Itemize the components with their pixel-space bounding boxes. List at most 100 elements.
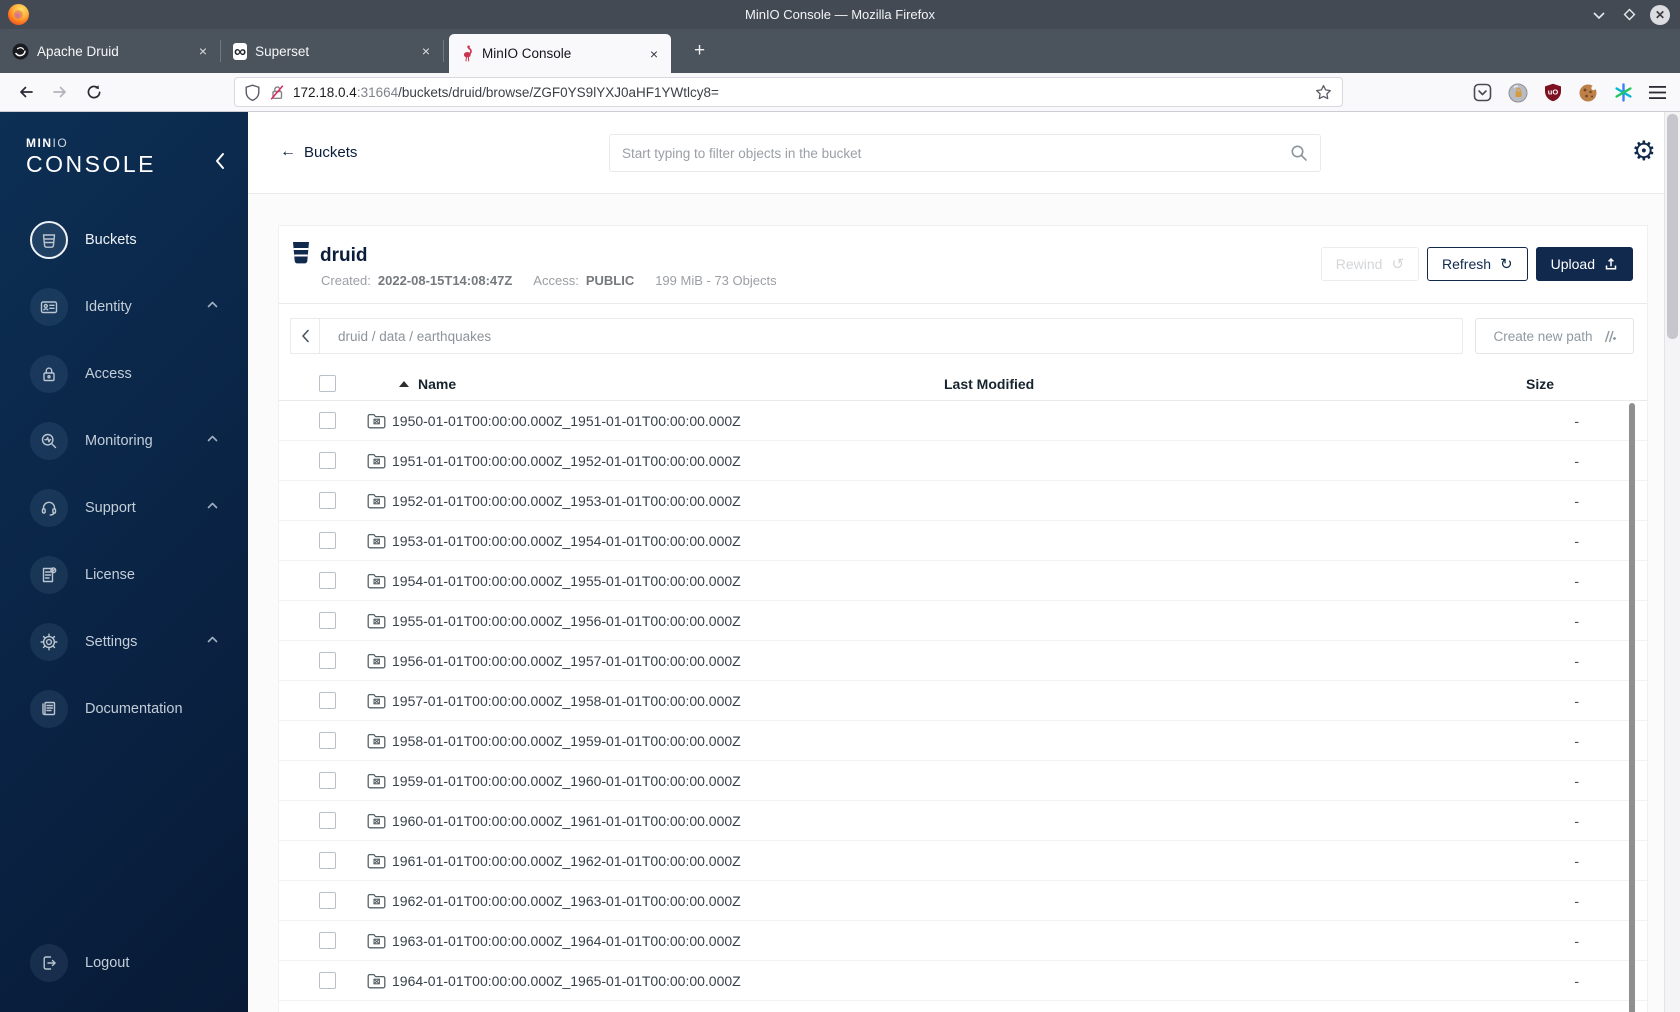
row-checkbox[interactable] <box>319 972 336 989</box>
upload-button[interactable]: Upload <box>1535 247 1633 281</box>
sidebar-item-documentation[interactable]: Documentation <box>30 690 248 728</box>
table-row[interactable]: 1954-01-01T00:00:00.000Z_1955-01-01T00:0… <box>279 561 1647 601</box>
table-row[interactable]: 1951-01-01T00:00:00.000Z_1952-01-01T00:0… <box>279 441 1647 481</box>
tab-close-icon[interactable]: × <box>196 43 210 59</box>
table-row[interactable]: 1964-01-01T00:00:00.000Z_1965-01-01T00:0… <box>279 961 1647 1001</box>
sort-ascending-icon <box>399 380 409 387</box>
row-checkbox[interactable] <box>319 692 336 709</box>
sidebar-item-logout[interactable]: Logout <box>30 944 129 982</box>
row-checkbox[interactable] <box>319 852 336 869</box>
back-button[interactable] <box>18 84 34 100</box>
create-new-path-button[interactable]: Create new path <box>1475 318 1634 354</box>
window-maximize-button[interactable] <box>1620 6 1638 24</box>
table-scrollbar-thumb[interactable] <box>1629 403 1635 1012</box>
row-checkbox[interactable] <box>319 812 336 829</box>
sidebar-item-identity[interactable]: Identity <box>30 288 248 326</box>
table-row[interactable]: 1962-01-01T00:00:00.000Z_1963-01-01T00:0… <box>279 881 1647 921</box>
new-tab-button[interactable]: + <box>688 40 711 62</box>
row-checkbox[interactable] <box>319 572 336 589</box>
identity-card-icon <box>40 301 58 314</box>
bookmark-star-icon[interactable] <box>1315 84 1332 101</box>
cookie-extension-icon[interactable] <box>1578 83 1598 103</box>
back-label: Buckets <box>304 143 358 161</box>
access-value: PUBLIC <box>585 273 635 288</box>
tab-close-icon[interactable]: × <box>647 46 661 62</box>
reload-button[interactable] <box>86 84 102 100</box>
object-filter-search[interactable] <box>609 134 1321 172</box>
row-checkbox[interactable] <box>319 652 336 669</box>
forward-button[interactable] <box>52 84 68 100</box>
sort-by-name[interactable]: Name <box>399 376 456 392</box>
settings-gear-icon[interactable]: ⚙ <box>1632 138 1656 165</box>
sidebar-item-access[interactable]: Access <box>30 355 248 393</box>
url-bar[interactable]: 172.18.0.4:31664/buckets/druid/browse/ZG… <box>234 77 1343 107</box>
table-row[interactable]: 1965-01-01T00:00:00.000Z_1966-01-01T00:0… <box>279 1001 1647 1012</box>
chevron-up-icon[interactable] <box>207 301 218 308</box>
shield-icon[interactable] <box>245 83 260 101</box>
refresh-button[interactable]: Refresh ↻ <box>1427 247 1528 281</box>
tab-superset[interactable]: ∞ Superset × <box>221 29 443 73</box>
ublock-extension-icon[interactable]: uO <box>1544 83 1562 102</box>
table-row[interactable]: 1956-01-01T00:00:00.000Z_1957-01-01T00:0… <box>279 641 1647 681</box>
pocket-extension-icon[interactable] <box>1473 83 1492 102</box>
sidebar-item-license[interactable]: License <box>30 556 248 594</box>
search-input[interactable] <box>622 145 1290 161</box>
screen: { "window": { "title": "MinIO Console — … <box>0 0 1680 1012</box>
rewind-button[interactable]: Rewind ↺ <box>1320 247 1420 281</box>
row-checkbox[interactable] <box>319 412 336 429</box>
sidebar-item-monitoring[interactable]: Monitoring <box>30 422 248 460</box>
select-all-checkbox[interactable] <box>319 375 336 392</box>
url-text[interactable]: 172.18.0.4:31664/buckets/druid/browse/ZG… <box>293 85 1315 100</box>
breadcrumb[interactable]: druid / data / earthquakes <box>338 329 491 344</box>
folder-icon <box>367 693 386 708</box>
sidebar-item-support[interactable]: Support <box>30 489 248 527</box>
row-checkbox[interactable] <box>319 492 336 509</box>
chevron-up-icon[interactable] <box>207 502 218 509</box>
sidebar-item-settings[interactable]: Settings <box>30 623 248 661</box>
back-to-buckets-link[interactable]: ← Buckets <box>280 143 357 161</box>
insecure-lock-icon[interactable] <box>269 84 285 101</box>
row-checkbox[interactable] <box>319 772 336 789</box>
table-row[interactable]: 1959-01-01T00:00:00.000Z_1960-01-01T00:0… <box>279 761 1647 801</box>
row-checkbox[interactable] <box>319 932 336 949</box>
table-row[interactable]: 1963-01-01T00:00:00.000Z_1964-01-01T00:0… <box>279 921 1647 961</box>
create-path-icon <box>1604 330 1616 342</box>
folder-icon <box>367 533 386 548</box>
tab-minio-console[interactable]: MinIO Console × <box>449 34 671 73</box>
row-checkbox[interactable] <box>319 892 336 909</box>
sidebar-item-label: Identity <box>85 299 132 315</box>
tab-title: Apache Druid <box>37 43 119 59</box>
privacy-extension-icon[interactable] <box>1508 83 1528 103</box>
sidebar-item-buckets[interactable]: Buckets <box>30 221 248 259</box>
object-name: 1962-01-01T00:00:00.000Z_1963-01-01T00:0… <box>392 892 741 909</box>
window-minimize-button[interactable] <box>1590 6 1608 24</box>
path-back-button[interactable] <box>291 319 320 353</box>
row-checkbox[interactable] <box>319 732 336 749</box>
table-row[interactable]: 1950-01-01T00:00:00.000Z_1951-01-01T00:0… <box>279 401 1647 441</box>
table-row[interactable]: 1952-01-01T00:00:00.000Z_1953-01-01T00:0… <box>279 481 1647 521</box>
folder-icon <box>367 613 386 628</box>
table-row[interactable]: 1960-01-01T00:00:00.000Z_1961-01-01T00:0… <box>279 801 1647 841</box>
table-row[interactable]: 1961-01-01T00:00:00.000Z_1962-01-01T00:0… <box>279 841 1647 881</box>
row-checkbox[interactable] <box>319 452 336 469</box>
table-row[interactable]: 1958-01-01T00:00:00.000Z_1959-01-01T00:0… <box>279 721 1647 761</box>
sidebar-item-label: Settings <box>85 634 138 650</box>
hamburger-menu-icon[interactable] <box>1649 85 1666 100</box>
object-name: 1955-01-01T00:00:00.000Z_1956-01-01T00:0… <box>392 612 741 629</box>
sidebar-collapse-icon[interactable] <box>214 152 226 170</box>
page-scrollbar[interactable] <box>1664 112 1680 1012</box>
chevron-up-icon[interactable] <box>207 435 218 442</box>
row-checkbox[interactable] <box>319 612 336 629</box>
table-row[interactable]: 1957-01-01T00:00:00.000Z_1958-01-01T00:0… <box>279 681 1647 721</box>
table-row[interactable]: 1955-01-01T00:00:00.000Z_1956-01-01T00:0… <box>279 601 1647 641</box>
window-close-button[interactable]: ✕ <box>1650 4 1670 25</box>
page-scrollbar-thumb[interactable] <box>1667 114 1678 339</box>
tab-apache-druid[interactable]: Apache Druid × <box>0 29 220 73</box>
breadcrumb-box: druid / data / earthquakes <box>290 318 1463 354</box>
lock-icon <box>43 367 55 382</box>
table-row[interactable]: 1953-01-01T00:00:00.000Z_1954-01-01T00:0… <box>279 521 1647 561</box>
asterisk-extension-icon[interactable] <box>1614 83 1633 102</box>
tab-close-icon[interactable]: × <box>419 43 433 59</box>
chevron-up-icon[interactable] <box>207 636 218 643</box>
row-checkbox[interactable] <box>319 532 336 549</box>
